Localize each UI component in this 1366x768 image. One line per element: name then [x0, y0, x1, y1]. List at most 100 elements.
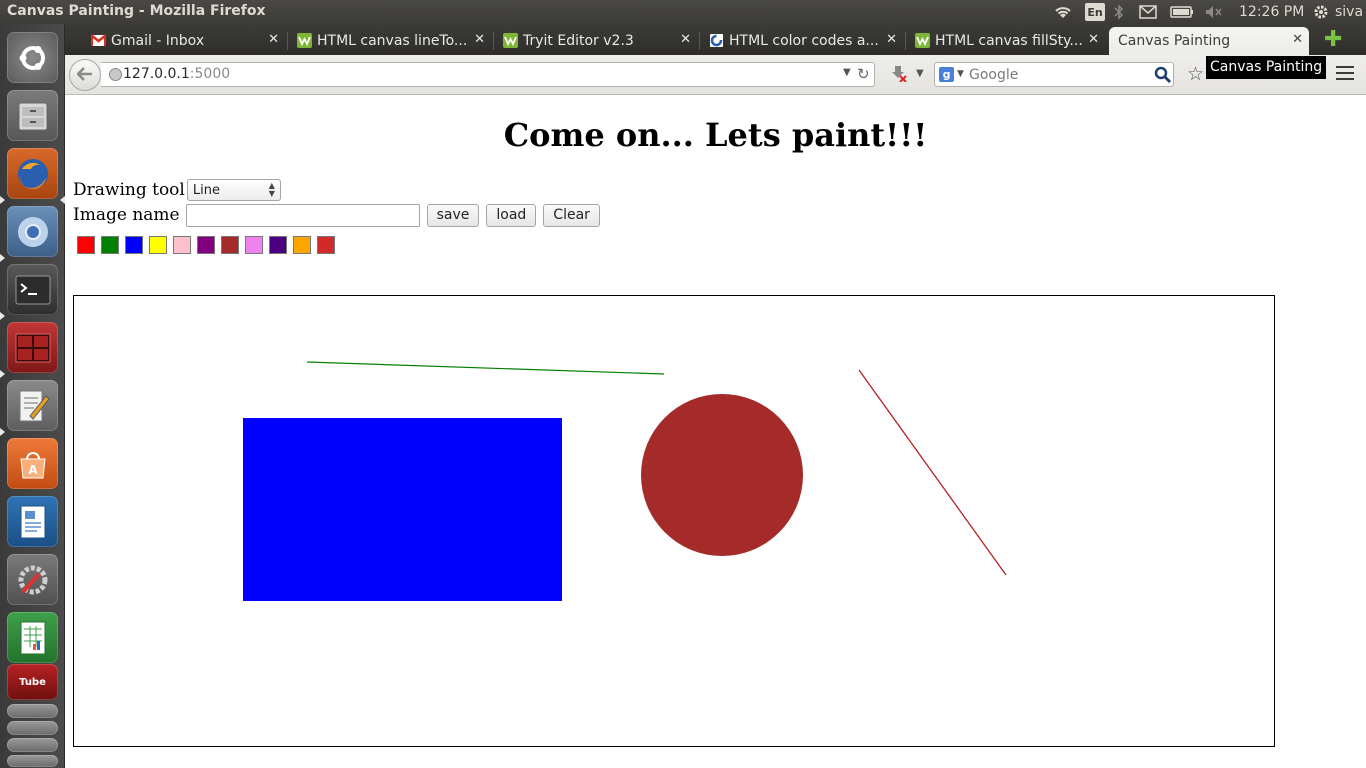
url-bar[interactable]: 127.0.0.1:5000 ▼ ↻ [101, 62, 875, 87]
color-swatch-violet[interactable] [245, 236, 263, 254]
close-icon[interactable]: ✕ [268, 32, 279, 47]
launcher-running-pip [0, 196, 5, 204]
canvas-line [306, 361, 665, 375]
load-button[interactable]: load [486, 203, 537, 227]
launcher-calc-button[interactable] [7, 612, 58, 663]
image-name-input[interactable] [185, 203, 420, 227]
back-button[interactable] [69, 59, 101, 91]
mail-icon[interactable] [1139, 3, 1157, 21]
launcher-trash-button[interactable] [7, 755, 58, 767]
canvas-line [858, 369, 1007, 576]
launcher-stacked-item[interactable] [7, 704, 58, 718]
tab-html-canvas-lineto[interactable]: HTML canvas lineTo... ✕ [291, 27, 494, 55]
color-swatch-crimson[interactable] [317, 236, 335, 254]
chevron-down-icon[interactable]: ▼ [916, 68, 924, 79]
tab-canvas-painting[interactable]: Canvas Painting ✕ [1109, 27, 1309, 55]
launcher-running-pip [0, 428, 5, 436]
clock[interactable]: 12:26 PM [1239, 3, 1304, 21]
drawing-tool-select[interactable]: Line ▲ ▼ [186, 179, 281, 201]
tab-html-canvas-fillstyle[interactable]: HTML canvas fillSty... ✕ [909, 27, 1105, 55]
url-text[interactable]: 127.0.0.1:5000 [123, 66, 230, 82]
color-swatch-brown[interactable] [221, 236, 239, 254]
gear-icon[interactable] [1313, 3, 1329, 21]
page-content: Come on... Lets paint!!! Drawing tool Li… [65, 96, 1366, 768]
color-swatch-green[interactable] [101, 236, 119, 254]
launcher-files-button[interactable] [7, 90, 58, 141]
search-input[interactable] [969, 66, 1149, 84]
select-arrows-icon: ▲ ▼ [268, 181, 275, 198]
color-palette [77, 236, 341, 254]
launcher-terminal-button[interactable] [7, 264, 58, 315]
launcher-youtube-button[interactable]: Tube [7, 664, 58, 700]
launcher-running-pip [0, 370, 5, 378]
volume-muted-icon[interactable] [1205, 3, 1223, 21]
reload-icon[interactable]: ↻ [857, 65, 870, 83]
color-swatch-pink[interactable] [173, 236, 191, 254]
close-icon[interactable]: ✕ [886, 32, 897, 47]
save-button[interactable]: save [426, 203, 480, 227]
launcher-running-pip [0, 254, 5, 262]
color-swatch-purple[interactable] [197, 236, 215, 254]
launcher-settings-button[interactable] [7, 554, 58, 605]
tab-html-color-codes[interactable]: HTML color codes a... ✕ [703, 27, 906, 55]
battery-icon[interactable] [1170, 3, 1194, 21]
color-swatch-orange[interactable] [293, 236, 311, 254]
gmail-icon [90, 33, 107, 48]
split-terminal-icon [14, 329, 52, 367]
user-name[interactable]: siva [1335, 3, 1363, 21]
launcher-firefox-button[interactable] [7, 148, 58, 199]
download-blocked-icon[interactable] [891, 66, 907, 83]
launcher-stacked-item[interactable] [7, 738, 58, 752]
drawing-tool-row: Drawing tool Line ▲ ▼ [73, 179, 281, 201]
launcher-multi-terminal-button[interactable] [7, 322, 58, 373]
tab-tooltip: Canvas Painting [1206, 56, 1327, 79]
clear-button[interactable]: Clear [543, 203, 600, 227]
navigation-toolbar: 127.0.0.1:5000 ▼ ↻ ▼ g ▼ ☆ [65, 55, 1366, 95]
launcher: A Tube [0, 24, 65, 768]
bluetooth-icon[interactable] [1114, 3, 1124, 21]
launcher-software-center-button[interactable]: A [7, 438, 58, 489]
close-icon[interactable]: ✕ [1088, 32, 1099, 47]
color-swatch-blue[interactable] [125, 236, 143, 254]
search-icon[interactable] [1154, 66, 1172, 84]
tab-tryit-editor[interactable]: Tryit Editor v2.3 ✕ [497, 27, 700, 55]
launcher-writer-button[interactable] [7, 496, 58, 547]
w3schools-icon [503, 33, 518, 48]
tab-label: Canvas Painting [1118, 33, 1231, 49]
close-icon[interactable]: ✕ [474, 32, 485, 47]
close-icon[interactable]: ✕ [1292, 32, 1303, 47]
tab-label: HTML color codes a... [729, 33, 879, 49]
drawing-canvas[interactable] [73, 295, 1275, 747]
color-swatch-red[interactable] [77, 236, 95, 254]
globe-icon [109, 68, 122, 81]
tab-label: Tryit Editor v2.3 [523, 33, 634, 49]
tab-label: HTML canvas lineTo... [317, 33, 468, 49]
wifi-icon[interactable] [1053, 3, 1073, 21]
w3schools-icon [297, 33, 312, 48]
search-engine-dropdown-icon[interactable]: ▼ [957, 69, 964, 79]
launcher-stacked-item[interactable] [7, 721, 58, 735]
url-port: :5000 [189, 66, 231, 82]
plus-icon: ✚ [1324, 27, 1343, 52]
canvas-rectangle [243, 418, 562, 601]
launcher-text-editor-button[interactable] [7, 380, 58, 431]
color-swatch-yellow[interactable] [149, 236, 167, 254]
search-bar[interactable]: g ▼ [934, 62, 1174, 87]
tab-strip: Gmail - Inbox ✕ HTML canvas lineTo... ✕ … [65, 24, 1366, 55]
bookmark-star-icon[interactable]: ☆ [1187, 63, 1204, 85]
url-history-dropdown-icon[interactable]: ▼ [843, 67, 851, 78]
image-name-row: Image name save load Clear [73, 202, 600, 228]
close-icon[interactable]: ✕ [680, 32, 691, 47]
spreadsheet-icon [14, 619, 52, 657]
text-editor-icon [14, 387, 52, 425]
launcher-running-pip [0, 312, 5, 320]
keyboard-layout-indicator[interactable]: En [1085, 3, 1105, 21]
tab-gmail[interactable]: Gmail - Inbox ✕ [85, 27, 288, 55]
new-tab-button[interactable]: ✚ [1324, 29, 1342, 51]
launcher-chromium-button[interactable] [7, 206, 58, 257]
hamburger-menu-icon[interactable] [1336, 66, 1354, 82]
color-swatch-indigo[interactable] [269, 236, 287, 254]
svg-text:A: A [28, 463, 38, 477]
launcher-dash-button[interactable] [7, 32, 58, 83]
google-icon[interactable]: g [939, 67, 954, 82]
